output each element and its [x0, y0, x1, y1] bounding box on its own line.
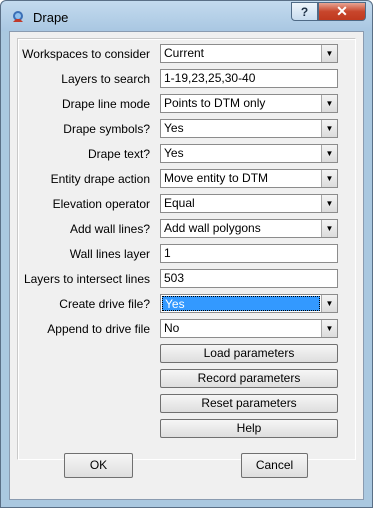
elevation-operator-combo[interactable]: Equal ▼: [160, 194, 338, 213]
chevron-down-icon[interactable]: ▼: [321, 95, 337, 112]
drape-symbols-value: Yes: [164, 121, 184, 135]
chevron-down-icon[interactable]: ▼: [321, 170, 337, 187]
chevron-down-icon[interactable]: ▼: [321, 320, 337, 337]
load-parameters-button[interactable]: Load parameters: [160, 344, 338, 363]
append-drive-file-value: No: [164, 321, 180, 335]
help-title-button[interactable]: ?: [291, 2, 318, 21]
workspaces-value: Current: [164, 46, 205, 60]
layers-intersect-label: Layers to intersect lines: [23, 272, 150, 286]
layers-intersect-input[interactable]: 503: [160, 269, 338, 288]
elevation-operator-label: Elevation operator: [52, 197, 150, 211]
cancel-button[interactable]: Cancel: [241, 453, 308, 478]
entity-drape-action-label: Entity drape action: [50, 172, 150, 186]
append-drive-file-combo[interactable]: No ▼: [160, 319, 338, 338]
close-button[interactable]: ✕: [318, 2, 366, 21]
drape-symbols-combo[interactable]: Yes ▼: [160, 119, 338, 138]
app-icon: [13, 11, 23, 22]
add-wall-lines-value: Add wall polygons: [164, 221, 261, 235]
drape-line-mode-value: Points to DTM only: [164, 96, 266, 110]
create-drive-file-combo[interactable]: Yes ▼: [160, 294, 338, 313]
ok-button[interactable]: OK: [64, 453, 133, 478]
workspaces-label: Workspaces to consider: [22, 47, 150, 61]
chevron-down-icon[interactable]: ▼: [321, 45, 337, 62]
record-parameters-button[interactable]: Record parameters: [160, 369, 338, 388]
title-bar[interactable]: Drape ? ✕: [1, 1, 372, 31]
window-title: Drape: [33, 10, 69, 25]
wall-lines-layer-input[interactable]: 1: [160, 244, 338, 263]
chevron-down-icon[interactable]: ▼: [321, 295, 337, 312]
drape-line-mode-label: Drape line mode: [61, 97, 150, 111]
chevron-down-icon[interactable]: ▼: [321, 145, 337, 162]
drape-text-value: Yes: [164, 146, 184, 160]
reset-parameters-button[interactable]: Reset parameters: [160, 394, 338, 413]
create-drive-file-value: Yes: [162, 296, 320, 311]
entity-drape-action-value: Move entity to DTM: [164, 171, 269, 185]
dialog-client-area: Workspaces to consider Current ▼ Layers …: [9, 31, 364, 500]
chevron-down-icon[interactable]: ▼: [321, 220, 337, 237]
append-drive-file-label: Append to drive file: [47, 322, 150, 336]
layers-search-input[interactable]: 1-19,23,25,30-40: [160, 69, 338, 88]
entity-drape-action-combo[interactable]: Move entity to DTM ▼: [160, 169, 338, 188]
layers-search-label: Layers to search: [61, 72, 150, 86]
drape-line-mode-combo[interactable]: Points to DTM only ▼: [160, 94, 338, 113]
chevron-down-icon[interactable]: ▼: [321, 195, 337, 212]
drape-symbols-label: Drape symbols?: [63, 122, 150, 136]
drape-dialog-window: Drape ? ✕ Workspaces to consider Current…: [0, 0, 373, 508]
workspaces-combo[interactable]: Current ▼: [160, 44, 338, 63]
drape-text-combo[interactable]: Yes ▼: [160, 144, 338, 163]
chevron-down-icon[interactable]: ▼: [321, 120, 337, 137]
add-wall-lines-combo[interactable]: Add wall polygons ▼: [160, 219, 338, 238]
wall-lines-layer-label: Wall lines layer: [69, 247, 150, 261]
drape-text-label: Drape text?: [87, 147, 150, 161]
help-button[interactable]: Help: [160, 419, 338, 438]
elevation-operator-value: Equal: [164, 196, 195, 210]
add-wall-lines-label: Add wall lines?: [69, 222, 150, 236]
create-drive-file-label: Create drive file?: [59, 297, 150, 311]
window-bottom-frame: [1, 500, 372, 507]
